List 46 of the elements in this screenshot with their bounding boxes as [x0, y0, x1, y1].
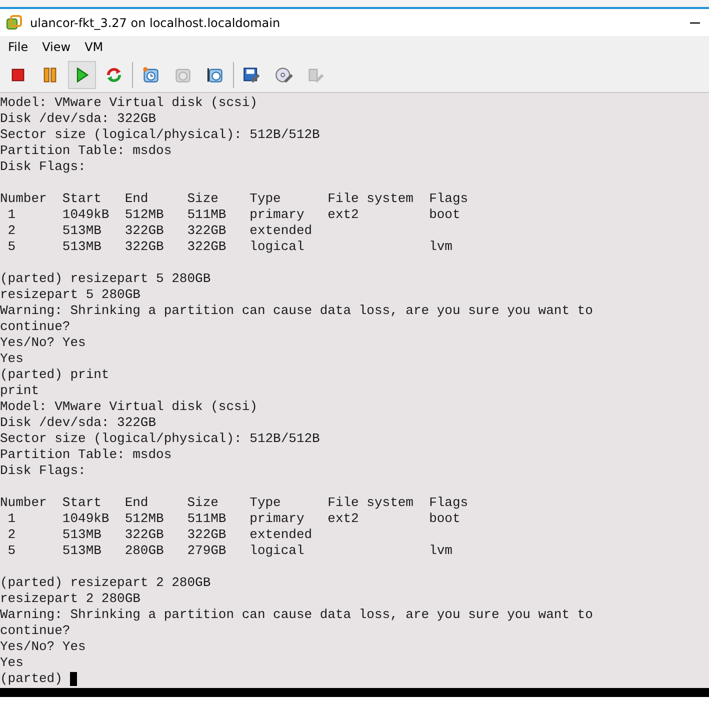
- console-line: Model: VMware Virtual disk (scsi): [0, 95, 258, 111]
- console-line: Disk Flags:: [0, 159, 86, 175]
- play-button[interactable]: [68, 61, 96, 89]
- console-line: continue?: [0, 319, 70, 335]
- menu-item[interactable]: View: [42, 39, 71, 55]
- console-line: resizepart 5 280GB: [0, 287, 140, 303]
- refresh-icon: [105, 66, 123, 84]
- console-line: 2 513MB 322GB 322GB extended: [6, 527, 312, 543]
- console-line: 5 513MB 322GB 322GB logical lvm: [6, 239, 452, 255]
- console-line: (parted) print: [0, 367, 110, 383]
- console-line: Yes: [0, 351, 24, 367]
- console-line: Disk Flags:: [0, 463, 86, 479]
- console-line: Warning: Shrinking a partition can cause data loss, are you sure you want to: [0, 303, 593, 319]
- menu-item[interactable]: File: [8, 39, 28, 55]
- console-line: resizepart 2 280GB: [0, 591, 140, 607]
- console-line: (parted) resizepart 2 280GB: [0, 575, 211, 591]
- console-line: Model: VMware Virtual disk (scsi): [0, 399, 258, 415]
- console-line: Number Start End Size Type File system Flags: [0, 191, 468, 207]
- console-line: Sector size (logical/physical): 512B/512B: [0, 127, 320, 143]
- console-line: 1 1049kB 512MB 511MB primary ext2 boot: [6, 511, 460, 527]
- menu-item[interactable]: VM: [84, 39, 104, 55]
- console-line: continue?: [0, 623, 70, 639]
- stop-icon: [9, 66, 27, 84]
- console-line: Warning: Shrinking a partition can cause data loss, are you sure you want to: [0, 607, 593, 623]
- console-line: Disk /dev/sda: 322GB: [0, 415, 156, 431]
- floppy-wrench-icon: [243, 66, 261, 84]
- console-line: Number Start End Size Type File system Flags: [0, 495, 468, 511]
- app-logo-icon: [6, 14, 22, 30]
- console-line: Yes: [0, 655, 24, 671]
- console-line: Sector size (logical/physical): 512B/512B: [0, 431, 320, 447]
- pause-icon: [41, 66, 59, 84]
- console-line: Yes/No? Yes: [0, 639, 86, 655]
- console-line: 1 1049kB 512MB 511MB primary ext2 boot: [6, 207, 460, 223]
- console-line: Disk /dev/sda: 322GB: [0, 111, 156, 127]
- console-line: 5 513MB 280GB 279GB logical lvm: [6, 543, 452, 559]
- console-line: print: [0, 383, 40, 399]
- console-line: (parted): [0, 671, 62, 687]
- console-line: Yes/No? Yes: [0, 335, 86, 351]
- console-screen[interactable]: [0, 93, 709, 688]
- window-title: ulancor-fkt_3.27 on localhost.localdomain: [30, 16, 280, 30]
- console-line: 2 513MB 322GB 322GB extended: [6, 223, 312, 239]
- console-line: (parted) resizepart 5 280GB: [0, 271, 211, 287]
- disc-wrench-icon: [275, 66, 293, 84]
- console-line: Partition Table: msdos: [0, 447, 172, 463]
- console-line: Partition Table: msdos: [0, 143, 172, 159]
- usb-wrench-icon: [307, 66, 325, 84]
